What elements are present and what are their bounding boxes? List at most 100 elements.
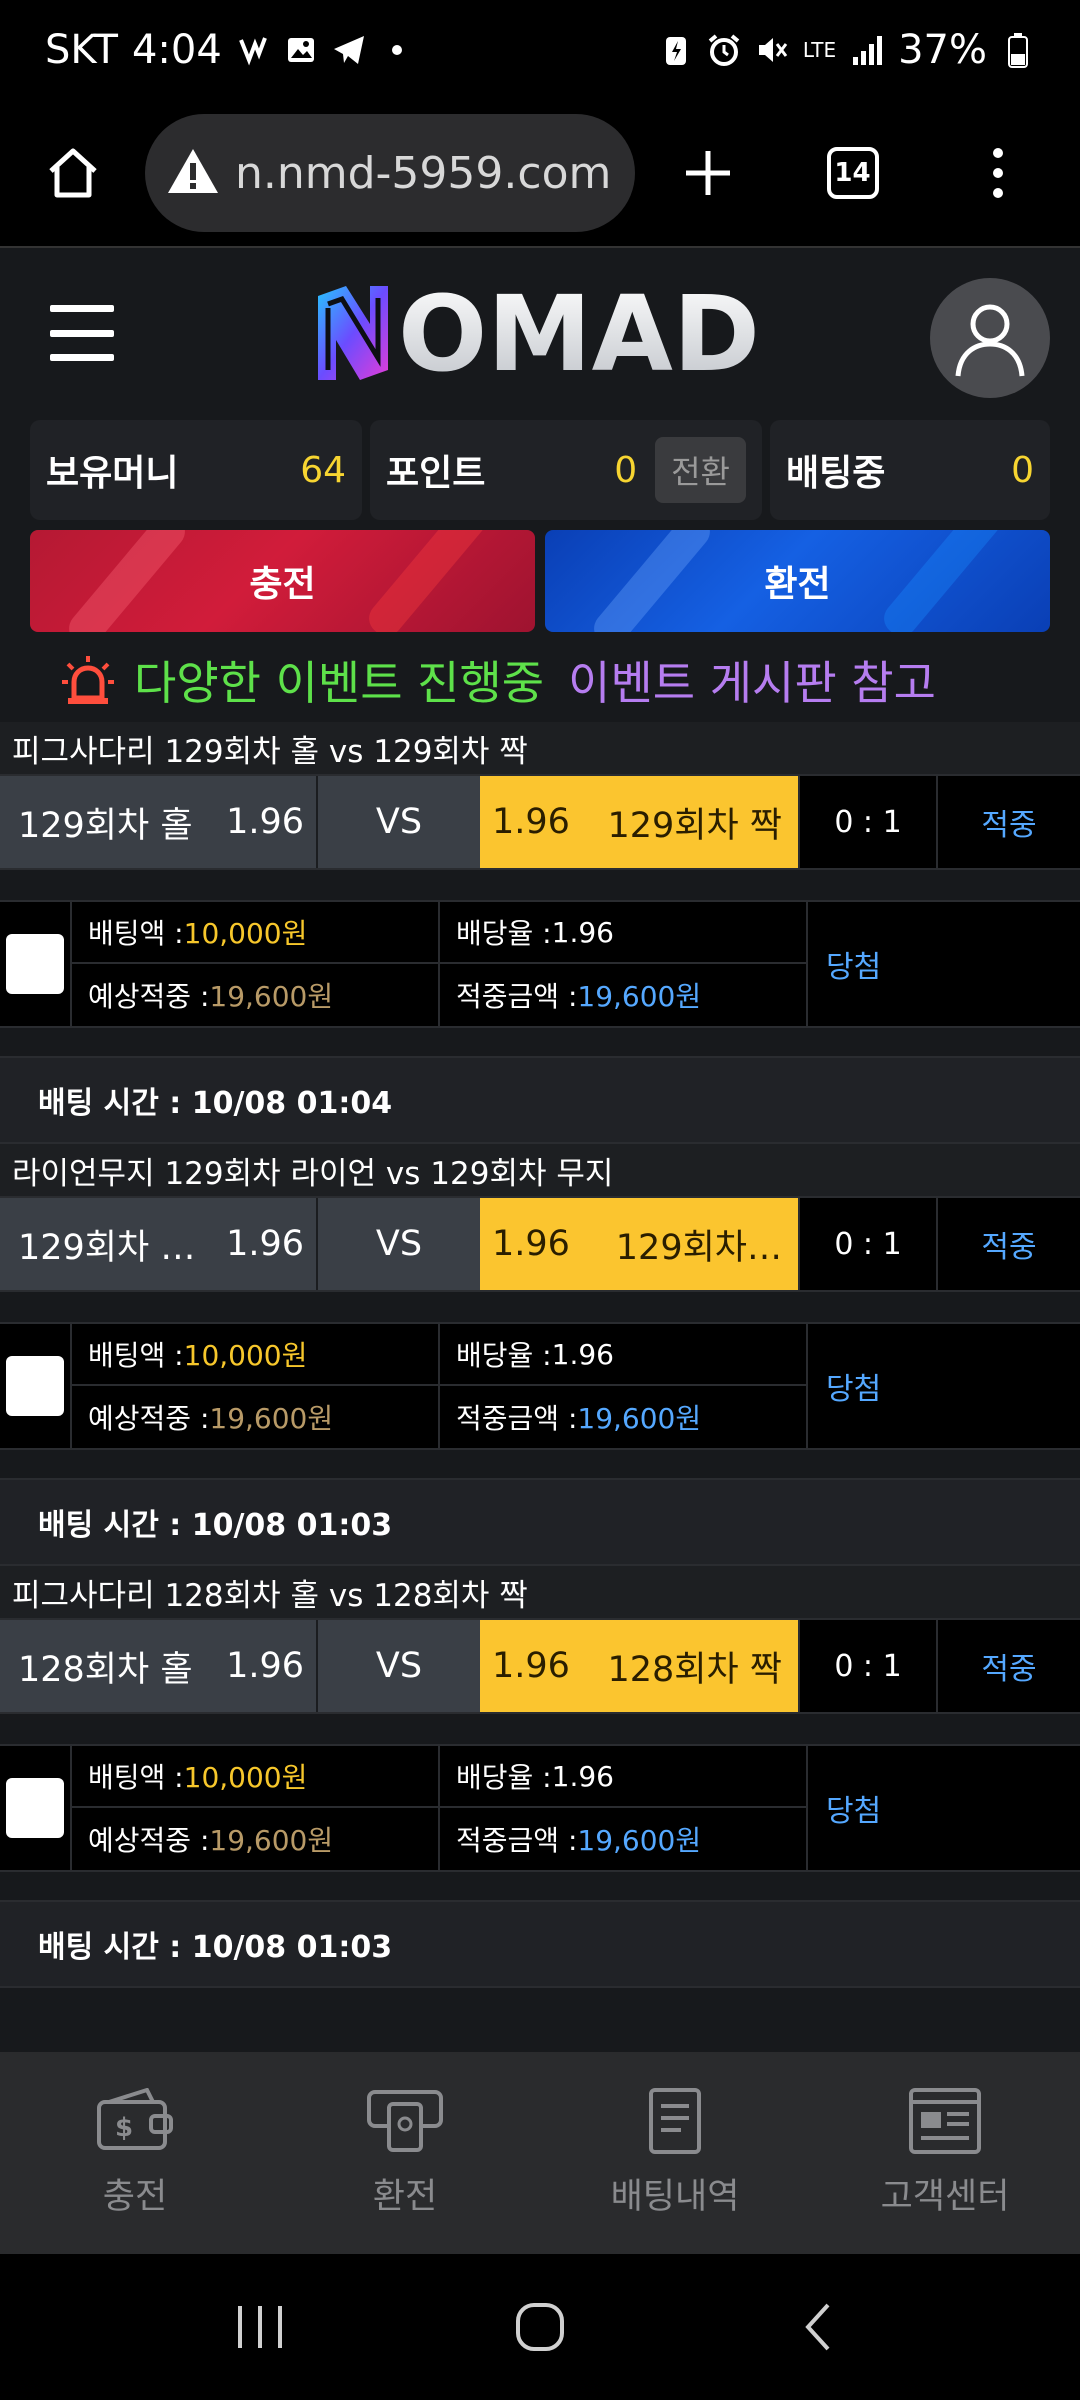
select-checkbox[interactable] [6,934,64,994]
withdraw-label: 환전 [764,564,831,605]
url-text[interactable]: n.nmd-5959.com [235,148,611,199]
expected-cell: 예상적중 : 19,600원 [72,1808,440,1870]
document-icon [649,2087,701,2154]
away-team: 129회차… [615,1227,782,1268]
nomad-logo[interactable]: OMAD [310,273,770,395]
vs-label: VS [318,1198,480,1290]
bet-amount-cell: 배팅액 : 10,000원 [72,1324,440,1386]
win-amount: 19,600원 [577,1402,702,1435]
select-cell [0,902,72,1026]
point-box: 포인트 0 전환 [370,420,762,520]
expected-label: 예상적중 : [88,1824,210,1857]
home-pick: 129회차 … 1.96 [0,1198,318,1290]
select-checkbox[interactable] [6,1778,64,1838]
away-team: 129회차 짝 [607,805,782,846]
image-icon [284,33,318,67]
nav-support[interactable]: 고객센터 [810,2052,1080,2254]
user-avatar-icon[interactable] [930,278,1050,398]
nav-bet-history[interactable]: 배팅내역 [540,2052,810,2254]
bet-amount-label: 배팅액 : [88,1761,184,1794]
browser-toolbar: n.nmd-5959.com 14 [0,100,1080,248]
bet-amount-label: 배팅액 : [88,917,184,950]
win-amount-label: 적중금액 : [456,980,578,1013]
win-amount: 19,600원 [577,1824,702,1857]
convert-button[interactable]: 전환 [655,437,746,503]
bet-time: 배팅 시간 : 10/08 01:03 [0,1900,1080,1988]
more-menu-button[interactable] [925,99,1070,247]
deposit-button[interactable]: 충전 [30,530,535,632]
notice-board-hint: 이벤트 게시판 참고 [568,656,936,710]
expected-cell: 예상적중 : 19,600원 [72,964,440,1026]
plus-icon [685,151,730,195]
home-team: 129회차 … [18,1227,196,1268]
odds-label: 배당율 : [456,1339,552,1372]
battery-icon [1001,33,1035,68]
warning-icon[interactable] [165,145,221,201]
win-amount-cell: 적중금액 : 19,600원 [440,1808,808,1870]
bet-status: 당첨 [826,1794,882,1829]
home-odds: 1.96 [226,802,304,842]
mute-icon [755,33,789,67]
new-tab-button[interactable] [635,99,780,247]
money-label: 보유머니 [46,453,179,494]
bet-amount: 10,000원 [183,917,308,950]
battery-percent: 37% [898,27,987,73]
bet-detail-grid: 배팅액 : 10,000원 배당율 : 1.96 예상적중 : 19,600원 … [72,902,808,1026]
win-amount-label: 적중금액 : [456,1402,578,1435]
bet-amount: 10,000원 [183,1761,308,1794]
news-board-icon [909,2087,981,2154]
away-pick-selected: 1.96 128회차 짝 [480,1620,798,1712]
tabs-button[interactable]: 14 [780,99,925,247]
odds-cell: 배당율 : 1.96 [440,902,808,964]
status-right: LTE 37% [659,27,1035,73]
home-team: 128회차 홀 [18,1649,193,1690]
expected-value: 19,600원 [209,1824,334,1857]
address-bar[interactable]: n.nmd-5959.com [145,114,635,232]
bet-amount-cell: 배팅액 : 10,000원 [72,902,440,964]
odds-value: 1.96 [551,1337,614,1371]
point-label: 포인트 [386,453,486,494]
bet-amount-label: 배팅액 : [88,1339,184,1372]
select-checkbox[interactable] [6,1356,64,1416]
home-button[interactable] [0,99,145,247]
account-info-row: 보유머니 64 포인트 0 전환 배팅중 0 [30,420,1050,520]
bet-title: 피그사다리 128회차 홀 vs 128회차 짝 [0,1566,1080,1620]
bet-detail: 배팅액 : 10,000원 배당율 : 1.96 예상적중 : 19,600원 … [0,1322,1080,1450]
logo-text: OMAD [398,278,760,388]
result-badge: 적중 [981,1230,1037,1265]
sync-icon [236,33,270,67]
expected-value: 19,600원 [209,1402,334,1435]
win-amount: 19,600원 [577,980,702,1013]
more-vert-icon [992,148,1003,198]
event-notice[interactable]: 다양한 이벤트 진행중 이벤트 게시판 참고 [60,645,1040,715]
hamburger-menu-icon[interactable] [50,305,114,361]
atm-withdraw-icon [367,2089,443,2152]
vs-label: VS [318,1620,480,1712]
action-buttons: 충전 환전 [30,530,1050,632]
recent-apps-icon[interactable] [230,2302,290,2352]
nav-withdraw[interactable]: 환전 [270,2052,540,2254]
bet-title: 라이언무지 129회차 라이언 vs 129회차 무지 [0,1144,1080,1198]
withdraw-button[interactable]: 환전 [545,530,1050,632]
nav-support-label: 고객센터 [880,2176,1010,2217]
score: 0 : 1 [798,776,938,868]
bet-amount-cell: 배팅액 : 10,000원 [72,1746,440,1808]
home-nav-icon[interactable] [510,2297,570,2357]
home-odds: 1.96 [226,1646,304,1686]
away-team: 128회차 짝 [607,1649,782,1690]
bet-status: 당첨 [826,950,882,985]
nav-deposit[interactable]: $ 충전 [0,2052,270,2254]
betting-label: 배팅중 [786,453,886,494]
bet-amount: 10,000원 [183,1339,308,1372]
odds-cell: 배당율 : 1.96 [440,1746,808,1808]
bet-detail-grid: 배팅액 : 10,000원 배당율 : 1.96 예상적중 : 19,600원 … [72,1746,808,1870]
select-cell [0,1746,72,1870]
site-header: OMAD [0,250,1080,415]
bet-title: 피그사다리 129회차 홀 vs 129회차 짝 [0,722,1080,776]
back-icon[interactable] [790,2297,850,2357]
result-badge: 적중 [981,1652,1037,1687]
alarm-icon [707,33,741,67]
match-row: 129회차 홀 1.96 VS 1.96 129회차 짝 0 : 1 적중 [0,776,1080,870]
svg-text:$: $ [115,2113,133,2143]
bet-status: 당첨 [826,1372,882,1407]
